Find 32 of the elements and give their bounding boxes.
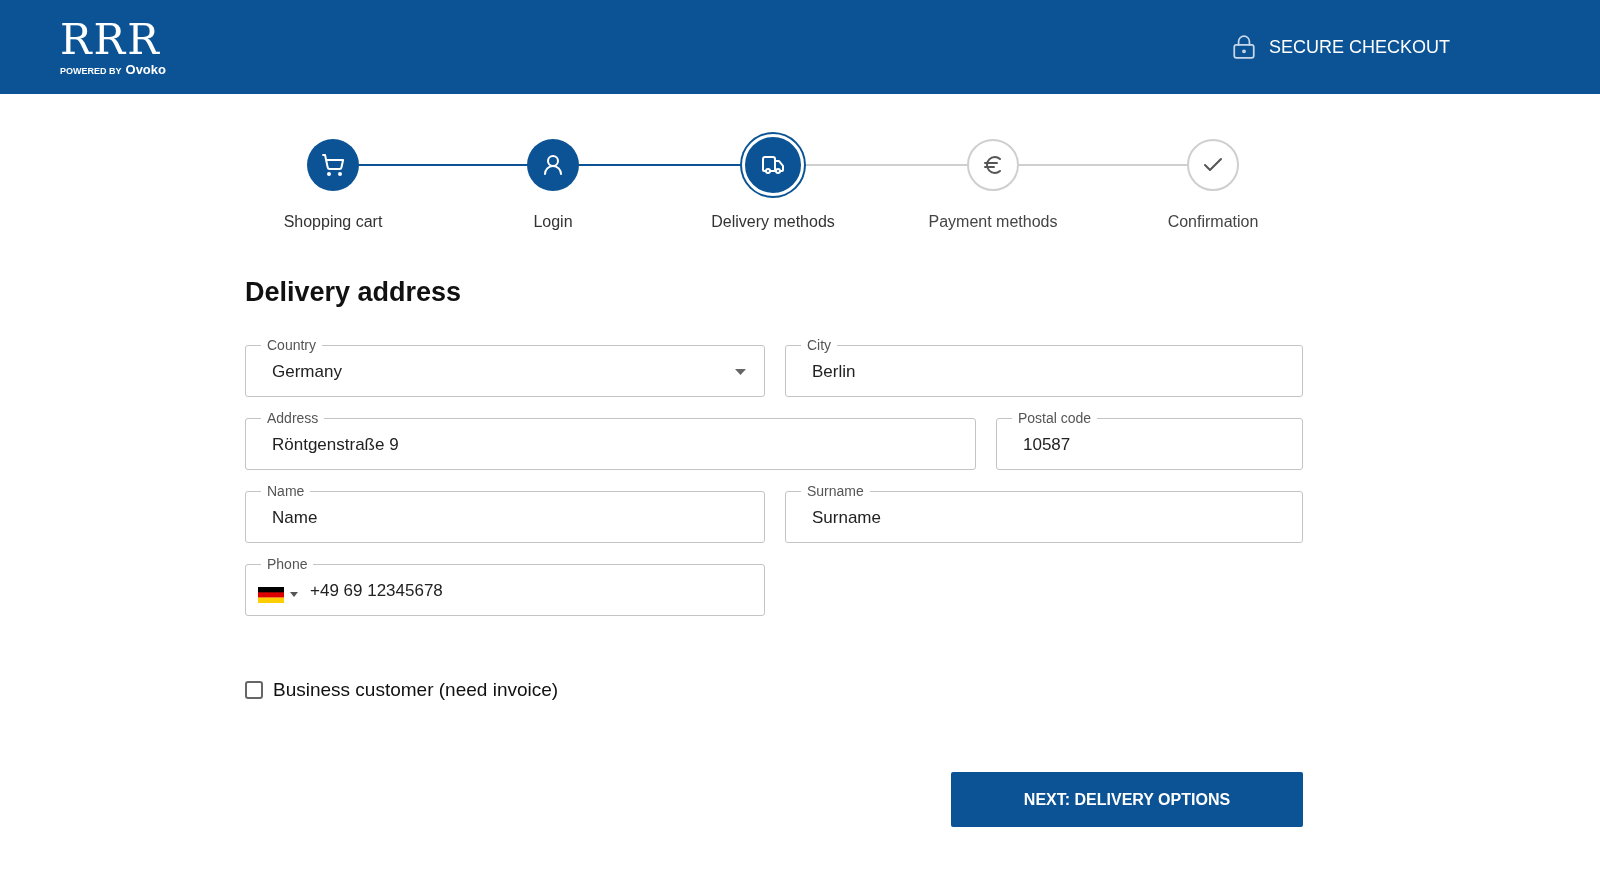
secure-checkout-label: SECURE CHECKOUT bbox=[1268, 35, 1450, 59]
field-label: Name bbox=[266, 481, 306, 501]
placeholder-text: Surname bbox=[812, 507, 881, 527]
step-label: Delivery methods bbox=[711, 212, 835, 232]
field-label: Postal code bbox=[1017, 408, 1093, 428]
cart-icon bbox=[321, 153, 345, 177]
field-value: +49 69 12345678 bbox=[310, 580, 443, 600]
truck-icon bbox=[761, 153, 785, 177]
german-flag-icon bbox=[258, 586, 284, 603]
field-value: Berlin bbox=[812, 361, 856, 381]
field-label: Address bbox=[266, 408, 320, 428]
person-icon bbox=[541, 153, 565, 177]
step-label: Shopping cart bbox=[283, 212, 383, 232]
field-value: 10587 bbox=[1023, 434, 1071, 454]
placeholder-text: Name bbox=[272, 507, 318, 527]
checkbox-label: Business customer (need invoice) bbox=[273, 677, 559, 702]
caret-icon[interactable] bbox=[290, 591, 298, 598]
checkbox[interactable] bbox=[245, 680, 263, 699]
logo[interactable]: RRR POWERED BY Ovoko bbox=[60, 18, 166, 76]
field-label: Country bbox=[266, 335, 318, 355]
field-label: Surname bbox=[806, 481, 865, 501]
lock-icon bbox=[1230, 34, 1257, 60]
step-label: Confirmation bbox=[1167, 212, 1259, 232]
field-label: City bbox=[806, 335, 833, 355]
next-button[interactable]: NEXT: DELIVERY OPTIONS bbox=[951, 772, 1303, 827]
field-value: Röntgenstraße 9 bbox=[272, 434, 399, 454]
field-label: Phone bbox=[266, 554, 309, 574]
step-label: Payment methods bbox=[928, 212, 1058, 232]
field-value: Germany bbox=[272, 361, 342, 381]
step-label: Login bbox=[533, 212, 573, 232]
section-title: Delivery address bbox=[245, 276, 463, 309]
dropdown-caret-icon[interactable] bbox=[735, 368, 746, 375]
